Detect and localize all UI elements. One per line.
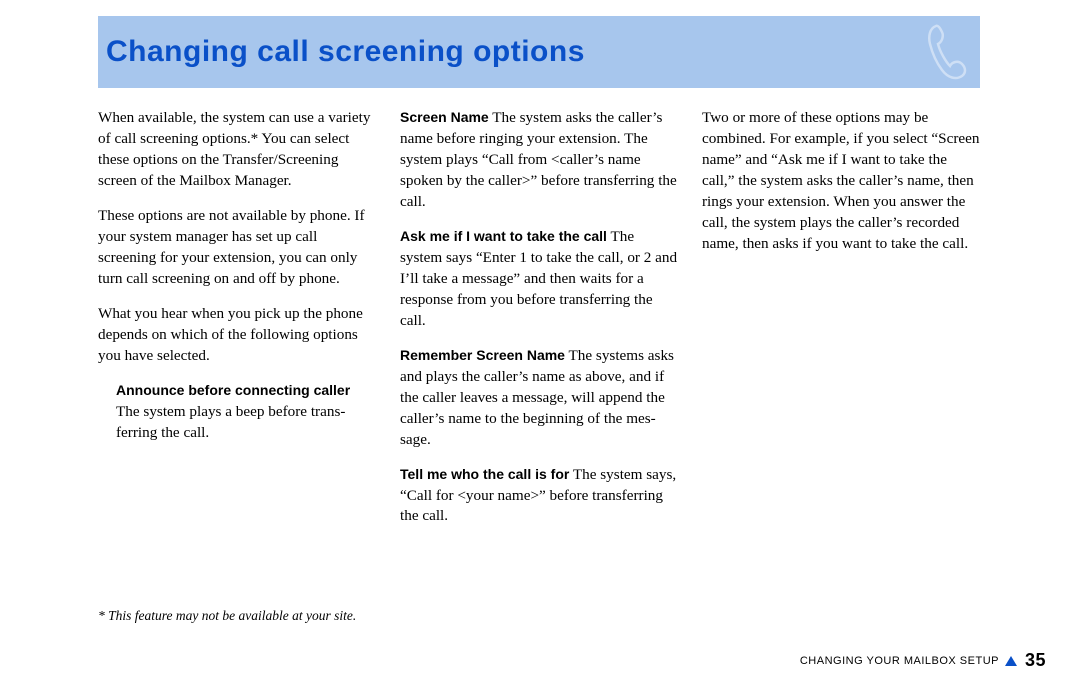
option-item: Tell me who the call is for The sys­tem … xyxy=(400,465,678,528)
paragraph: Two or more of these options may be comb… xyxy=(702,108,980,255)
option-item: Screen Name The system asks the caller’s… xyxy=(400,108,678,213)
page-title: Changing call screening options xyxy=(106,35,585,69)
column-1: When available, the system can use a var… xyxy=(98,108,376,541)
option-heading: Tell me who the call is for xyxy=(400,466,569,482)
option-item: Remember Screen Name The sys­tems asks a… xyxy=(400,346,678,451)
column-3: Two or more of these options may be comb… xyxy=(702,108,980,541)
page-footer: CHANGING YOUR MAILBOX SETUP 35 xyxy=(800,650,1046,671)
triangle-icon xyxy=(1005,656,1017,666)
option-item: Ask me if I want to take the call The sy… xyxy=(400,227,678,332)
column-2: Screen Name The system asks the caller’s… xyxy=(400,108,678,541)
title-banner: Changing call screening options xyxy=(98,16,980,88)
document-page: Changing call screening options When ava… xyxy=(0,0,1080,693)
page-number: 35 xyxy=(1025,650,1046,671)
option-heading: Remember Screen Name xyxy=(400,347,565,363)
paragraph: What you hear when you pick up the phone… xyxy=(98,304,376,367)
option-heading: Screen Name xyxy=(400,109,489,125)
option-heading: Announce before connecting caller xyxy=(116,382,350,398)
option-body: The system plays a beep before trans­fer… xyxy=(116,403,345,441)
paragraph: When available, the system can use a var… xyxy=(98,108,376,192)
option-item: Announce before connecting caller The sy… xyxy=(116,381,376,444)
option-block: Announce before connecting caller The sy… xyxy=(98,381,376,444)
phone-handset-icon xyxy=(922,22,970,82)
footer-section-label: CHANGING YOUR MAILBOX SETUP xyxy=(800,655,999,667)
footnote: * This feature may not be available at y… xyxy=(98,608,356,624)
body-columns: When available, the system can use a var… xyxy=(98,108,980,541)
paragraph: These options are not available by phone… xyxy=(98,206,376,290)
option-heading: Ask me if I want to take the call xyxy=(400,228,607,244)
